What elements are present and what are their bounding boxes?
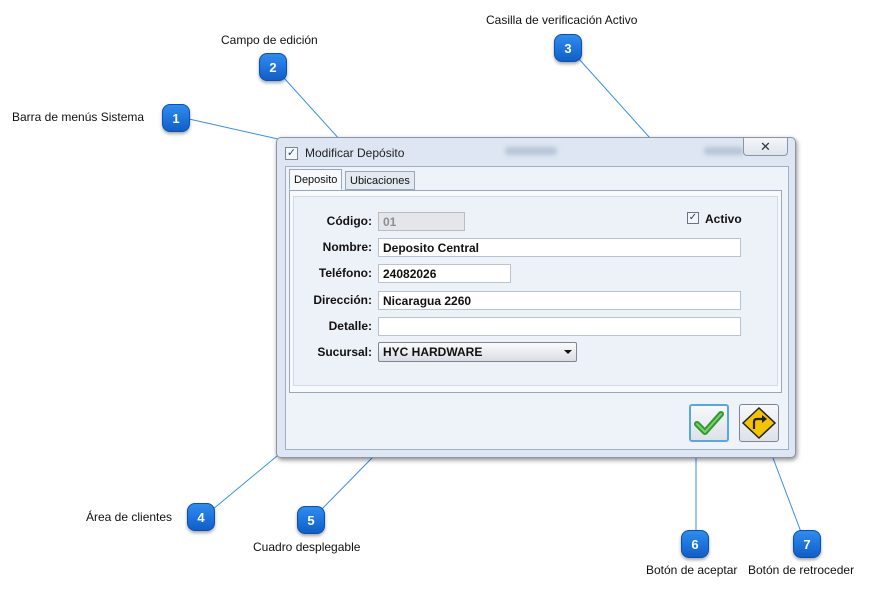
callout-badge-1: 1	[162, 104, 190, 132]
system-menu-bar[interactable]: ✓ Modificar Depósito ✕	[277, 138, 795, 164]
nombre-field[interactable]: Deposito Central	[378, 238, 741, 257]
client-area: Deposito Ubicaciones Código: 01 ✓ Activo…	[285, 166, 789, 450]
checkmark-icon: ✓	[688, 212, 698, 223]
callout-label-3: Casilla de verificación Activo	[486, 13, 638, 27]
telefono-field[interactable]: 24082026	[378, 264, 511, 283]
codigo-field[interactable]: 01	[378, 212, 465, 231]
blurred-title-region	[505, 147, 557, 155]
callout-badge-3: 3	[554, 34, 582, 62]
back-button[interactable]	[739, 404, 779, 442]
checkmark-icon	[694, 411, 724, 435]
callout-label-1: Barra de menús Sistema	[12, 110, 145, 124]
direccion-field[interactable]: Nicaragua 2260	[378, 291, 741, 310]
callout-label-5: Cuadro desplegable	[253, 540, 361, 554]
close-button[interactable]: ✕	[743, 138, 788, 156]
detalle-label: Detalle:	[328, 319, 372, 333]
direccion-label: Dirección:	[313, 293, 372, 307]
callout-badge-2: 2	[259, 53, 287, 81]
blurred-title-region-2	[704, 147, 744, 155]
accept-button[interactable]	[689, 404, 729, 442]
sucursal-dropdown[interactable]: HYC HARDWARE	[378, 342, 577, 362]
deposit-form-group: Código: 01 ✓ Activo Nombre: Deposito Cen…	[293, 196, 778, 386]
callout-label-7: Botón de retroceder	[748, 563, 855, 577]
window-app-icon[interactable]: ✓	[285, 147, 298, 160]
tab-page-deposito: Código: 01 ✓ Activo Nombre: Deposito Cen…	[289, 190, 782, 393]
tab-ubicaciones[interactable]: Ubicaciones	[345, 171, 415, 190]
tab-deposito[interactable]: Deposito	[289, 169, 343, 190]
callout-badge-5: 5	[297, 506, 325, 534]
callout-label-2: Campo de edición	[221, 33, 318, 47]
callout-badge-7: 7	[793, 530, 821, 558]
callout-label-6: Botón de aceptar	[646, 563, 738, 577]
close-icon: ✕	[760, 139, 771, 154]
callout-label-4: Área de clientes	[86, 510, 173, 524]
chevron-down-icon	[564, 350, 572, 354]
sucursal-label: Sucursal:	[317, 345, 372, 359]
nombre-label: Nombre:	[322, 240, 372, 254]
codigo-label: Código:	[326, 214, 372, 228]
sucursal-selected-value: HYC HARDWARE	[383, 345, 483, 359]
turn-right-sign-icon	[741, 406, 777, 440]
detalle-field[interactable]	[378, 317, 741, 336]
activo-label[interactable]: Activo	[705, 212, 755, 226]
window-title: Modificar Depósito	[305, 146, 405, 160]
modify-deposit-window: ✓ Modificar Depósito ✕ Deposito Ubicacio…	[276, 137, 796, 458]
telefono-label: Teléfono:	[318, 266, 372, 280]
callout-badge-6: 6	[681, 530, 709, 558]
callout-badge-4: 4	[187, 503, 215, 531]
activo-checkbox[interactable]: ✓	[687, 212, 699, 224]
